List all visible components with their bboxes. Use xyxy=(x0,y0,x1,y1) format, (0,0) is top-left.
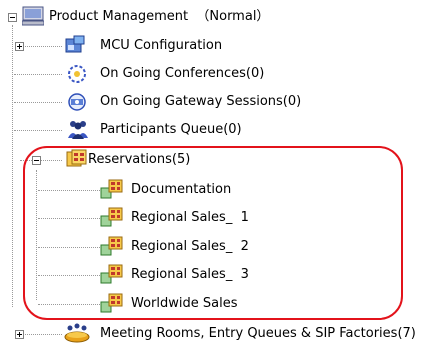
tree-item-mcu-configuration[interactable]: MCU Configuration xyxy=(100,35,222,57)
tree-line-root xyxy=(12,25,13,307)
gateway-icon xyxy=(68,93,86,111)
tree-branch xyxy=(20,334,62,335)
reservations-highlight-outline xyxy=(23,146,403,320)
root-collapse-toggle[interactable] xyxy=(8,13,17,22)
meeting-rooms-expand-toggle[interactable] xyxy=(15,330,24,339)
tree-item-participants-queue[interactable]: Participants Queue(0) xyxy=(100,119,242,141)
conferences-label: On Going Conferences(0) xyxy=(100,66,265,81)
meeting-rooms-icon xyxy=(64,323,90,343)
computer-icon xyxy=(22,6,44,26)
participants-label: Participants Queue(0) xyxy=(100,122,242,137)
tree-branch xyxy=(14,74,62,75)
tree-item-gateway-sessions[interactable]: On Going Gateway Sessions(0) xyxy=(100,91,301,113)
mcu-config-icon xyxy=(65,35,85,53)
meeting-rooms-label: Meeting Rooms, Entry Queues & SIP Factor… xyxy=(100,326,416,341)
root-label: Product Management （Normal） xyxy=(49,9,270,24)
gateway-label: On Going Gateway Sessions(0) xyxy=(100,94,302,109)
mcu-config-label: MCU Configuration xyxy=(100,38,223,53)
tree-branch xyxy=(20,46,62,47)
participants-icon xyxy=(68,121,88,139)
tree-branch xyxy=(14,130,62,131)
tree-item-conferences[interactable]: On Going Conferences(0) xyxy=(100,63,264,85)
tree-item-meeting-rooms[interactable]: Meeting Rooms, Entry Queues & SIP Factor… xyxy=(100,323,416,345)
tree-root[interactable]: Product Management （Normal） xyxy=(49,6,269,28)
tree-branch xyxy=(14,102,62,103)
mcu-config-expand-toggle[interactable] xyxy=(15,42,24,51)
conference-icon xyxy=(68,65,86,83)
